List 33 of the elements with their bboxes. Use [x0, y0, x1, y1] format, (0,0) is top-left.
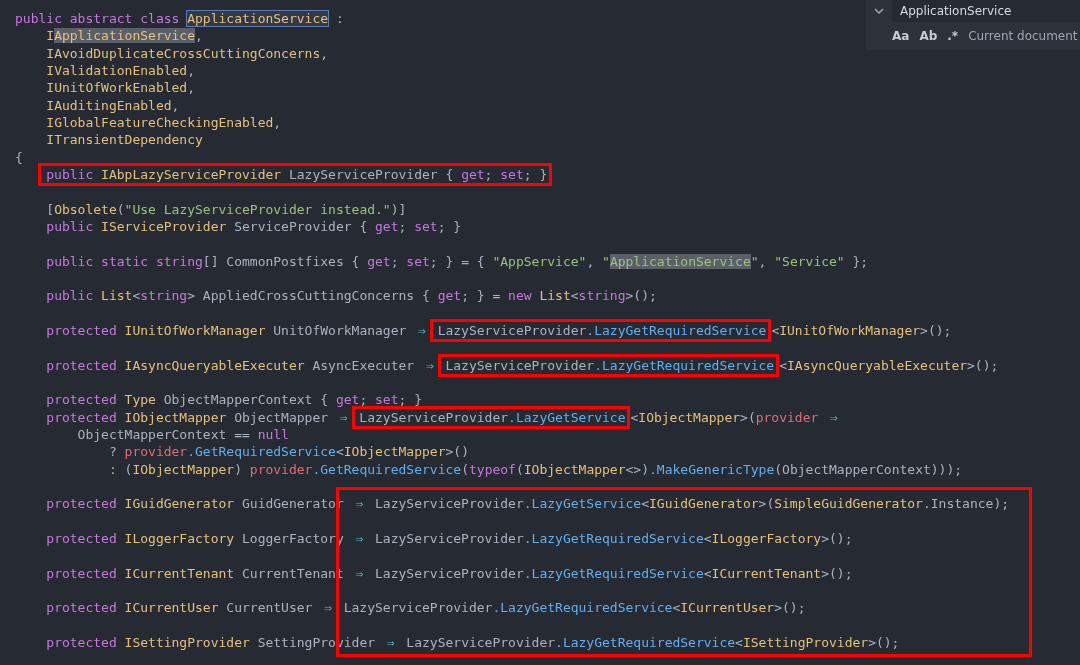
- code-text: protected IUnitOfWorkManager UnitOfWorkManager ⇒: [45, 322, 427, 338]
- code-line: [Obsolete("Use LazyServiceProvider instead.")]: [45, 200, 407, 218]
- code-line: public IServiceProvider ServiceProvider { get; set; }: [45, 217, 462, 236]
- code-line: IApplicationService,: [45, 27, 203, 45]
- code-line: public abstract class ApplicationService :: [15, 10, 344, 28]
- code-line: IGlobalFeatureCheckingEnabled,: [45, 113, 282, 132]
- code-line: ? provider.GetRequiredService<IObjectMapper>(): [107, 443, 469, 461]
- highlight-frame: LazyServiceProvider.LazyGetRequiredService: [429, 318, 772, 342]
- search-option[interactable]: .*: [947, 29, 959, 43]
- search-field[interactable]: ApplicationService: [892, 0, 1080, 22]
- code-line: public static string[] CommonPostfixes { get; set; } = { "AppService", "ApplicationService", "Service" };: [45, 252, 869, 270]
- code-line: public List<string> AppliedCrossCuttingConcerns { get; } = new List<string>();: [45, 287, 657, 305]
- code-line: : (IObjectMapper) provider.GetRequiredService(typeof(IObjectMapper<>).MakeGenericType(ObjectMapperContext)));: [107, 460, 963, 478]
- search-scope[interactable]: Current document: [968, 29, 1078, 43]
- highlight-frame: LazyServiceProvider.LazyGetRequiredService: [437, 353, 780, 377]
- code-text: <IObjectMapper>(provider ⇒: [630, 409, 839, 425]
- code-line: ITransientDependency: [45, 131, 203, 149]
- code-text: <IAsyncQueryableExecuter>();: [779, 357, 999, 373]
- search-option[interactable]: Aa: [892, 29, 910, 43]
- code-text: protected IAsyncQueryableExecuter AsyncExecuter ⇒: [45, 357, 435, 373]
- code-line: IAuditingEnabled,: [45, 96, 180, 114]
- code-line: protected ICurrentUser CurrentUser ⇒ LazyServiceProvider.LazyGetRequiredService<ICurrentUser>();: [45, 599, 806, 617]
- code-text: protected IObjectMapper ObjectMapper ⇒: [45, 409, 349, 425]
- chevron-icon[interactable]: [874, 8, 884, 14]
- code-line: ObjectMapperContext == null: [76, 425, 289, 444]
- code-line: IValidationEnabled,: [45, 62, 195, 80]
- search-option[interactable]: Ab: [919, 29, 938, 43]
- code-line: IAvoidDuplicateCrossCuttingConcerns,: [45, 44, 329, 62]
- highlight-frame: LazyServiceProvider.LazyGetService: [351, 405, 631, 429]
- highlight-frame: public IAbpLazyServiceProvider LazyServiceProvider { get; set; }: [38, 162, 553, 186]
- code-text: <IUnitOfWorkManager>();: [771, 322, 952, 338]
- code-line: IUnitOfWorkEnabled,: [45, 79, 195, 97]
- code-line: {: [15, 148, 23, 166]
